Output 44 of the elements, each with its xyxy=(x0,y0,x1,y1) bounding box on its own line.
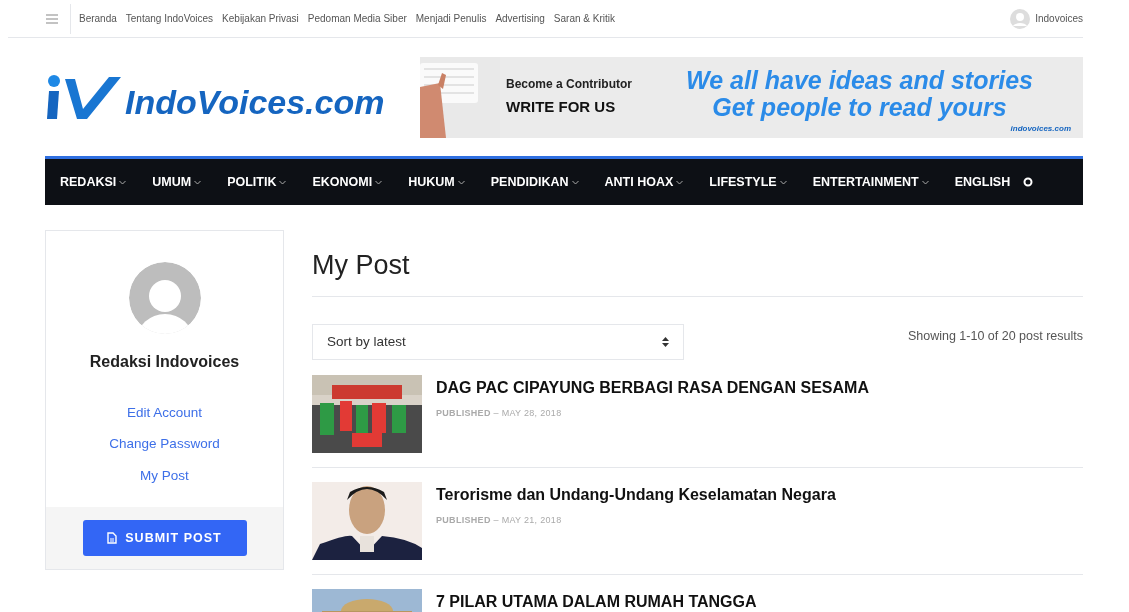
top-nav-link[interactable]: Pedoman Media Siber xyxy=(307,11,407,26)
logo-icon xyxy=(45,73,123,121)
post-meta: PUBLISHED – MAY 28, 2018 xyxy=(436,407,563,420)
top-nav-link[interactable]: Saran & Kritik xyxy=(553,11,615,26)
user-name[interactable]: Indovoices xyxy=(1035,11,1083,26)
banner-headline: We all have ideas and stories xyxy=(686,67,1033,94)
post-meta: PUBLISHED – MAY 21, 2018 xyxy=(436,514,563,527)
avatar-icon xyxy=(128,262,201,334)
avatar-icon xyxy=(1010,8,1031,29)
logo-text[interactable]: IndoVoices.com xyxy=(125,85,385,119)
nav-item[interactable]: UMUM xyxy=(139,172,215,192)
post-title[interactable]: 7 PILAR UTAMA DALAM RUMAH TANGGA xyxy=(436,592,757,612)
search-icon[interactable] xyxy=(1023,177,1034,187)
document-icon xyxy=(107,532,118,544)
banner-cta: WRITE FOR US xyxy=(506,97,617,118)
nav-item[interactable]: ANTI HOAX xyxy=(591,172,697,192)
banner-kicker: Become a Contributor xyxy=(506,76,633,94)
results-count: Showing 1-10 of 20 post results xyxy=(907,328,1083,345)
post-title[interactable]: DAG PAC CIPAYUNG BERBAGI RASA DENGAN SESAMA xyxy=(436,378,869,398)
nav-item[interactable]: POLITIK xyxy=(214,172,300,192)
profile-link[interactable]: My Post xyxy=(140,465,189,486)
profile-link[interactable]: Change Password xyxy=(109,434,220,455)
top-nav-link[interactable]: Menjadi Penulis xyxy=(415,11,487,26)
banner-brand: indovoices.com xyxy=(1010,122,1071,135)
top-nav-link[interactable]: Advertising xyxy=(495,11,545,26)
profile-link[interactable]: Edit Account xyxy=(126,403,202,424)
nav-item[interactable]: ENGLISH xyxy=(941,172,1024,192)
profile-name: Redaksi Indovoices xyxy=(89,352,240,372)
top-nav-link[interactable]: Tentang IndoVoices xyxy=(125,11,214,26)
post-title[interactable]: Terorisme dan Undang-Undang Keselamatan Negara xyxy=(436,485,836,505)
sort-select[interactable]: Sort by latest xyxy=(312,324,684,360)
nav-item[interactable]: PENDIDIKAN xyxy=(477,172,592,192)
nav-item[interactable]: EKONOMI xyxy=(299,172,396,192)
page-title: My Post xyxy=(312,249,411,281)
sort-arrows-icon xyxy=(662,337,669,347)
nav-item[interactable]: LIFESTYLE xyxy=(696,172,800,192)
top-nav-link[interactable]: Kebijakan Privasi xyxy=(222,11,299,26)
nav-item[interactable]: REDAKSI xyxy=(45,172,140,192)
top-nav-link[interactable]: Beranda xyxy=(79,11,117,26)
banner-ad[interactable]: Become a Contributor WRITE FOR US We all have ideas and stories Get people to read yours indovoices.com xyxy=(420,56,1083,138)
nav-item[interactable]: HUKUM xyxy=(395,172,478,192)
nav-item[interactable]: ENTERTAINMENT xyxy=(799,172,942,192)
submit-post-button[interactable]: SUBMIT POST xyxy=(82,520,247,556)
banner-headline: Get people to read yours xyxy=(712,94,1007,121)
